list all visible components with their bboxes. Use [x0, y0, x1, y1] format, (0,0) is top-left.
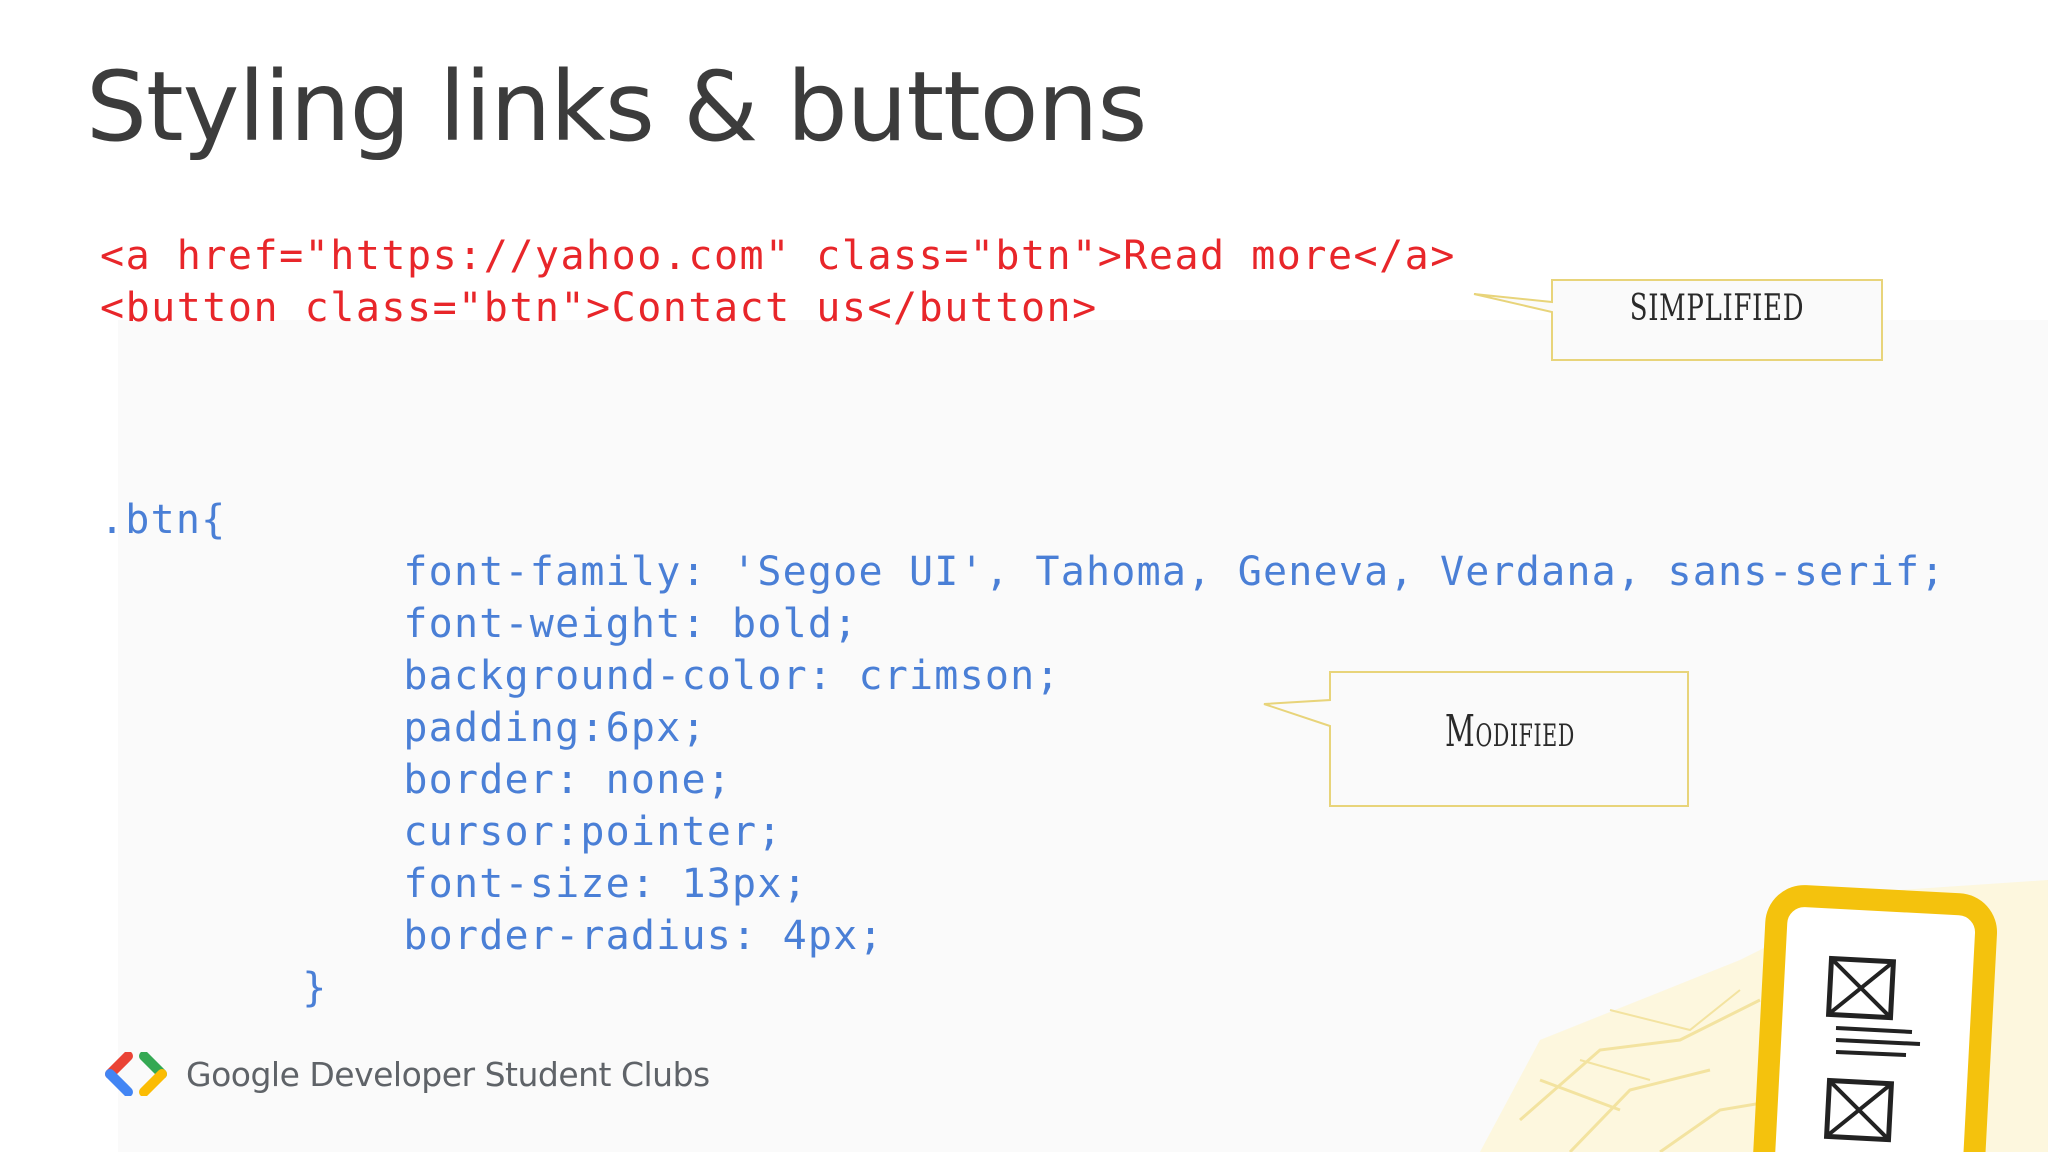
footer-logo: Google Developer Student Clubs	[104, 1050, 710, 1098]
callout-simplified-label: SIMPLIFIED	[1629, 288, 1805, 329]
callout-modified-label: Modified	[1445, 706, 1575, 757]
gdsc-logo-icon	[105, 1052, 167, 1096]
phone-wireframe-illustration	[1480, 880, 2048, 1152]
footer-brand-text: Google Developer Student Clubs	[186, 1054, 710, 1094]
